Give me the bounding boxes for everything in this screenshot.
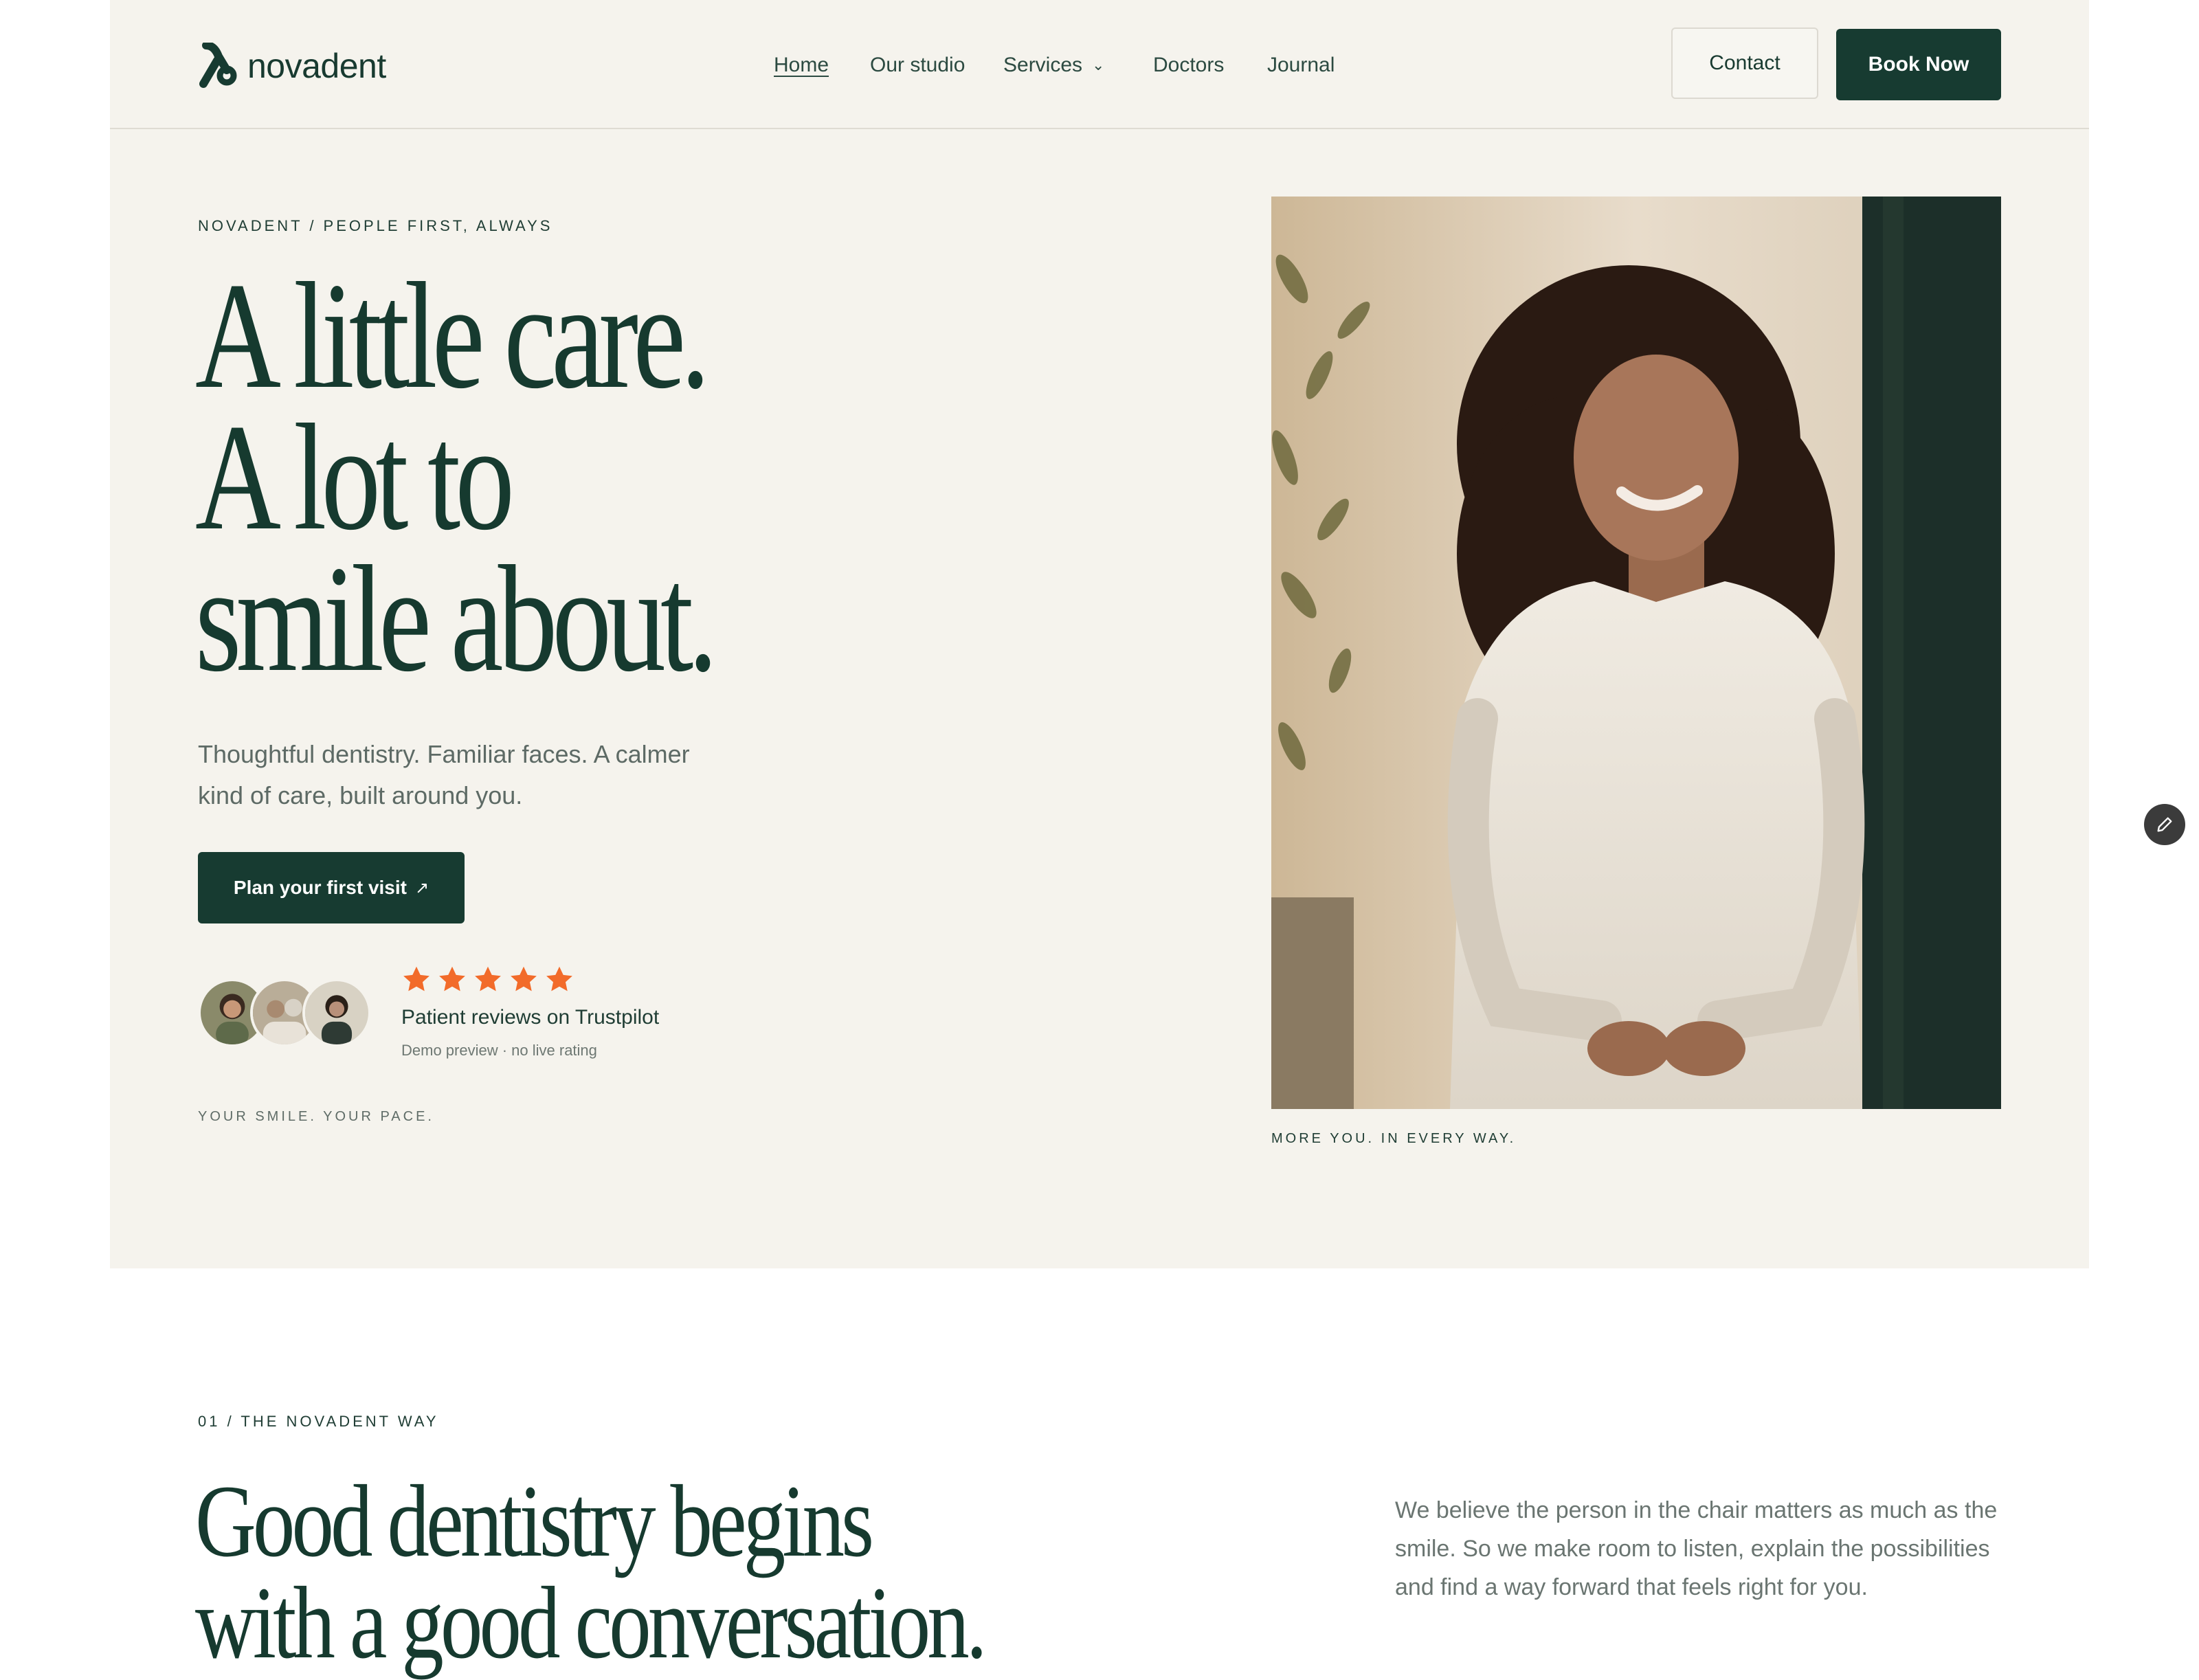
hero-title: A little care. A lot to smile about. — [195, 251, 718, 704]
avatar — [302, 978, 371, 1047]
nav-services-label: Services — [1003, 54, 1083, 76]
star-icon — [439, 966, 465, 992]
edit-button[interactable] — [2144, 804, 2185, 845]
hero-photo — [1271, 197, 2001, 1109]
section-eyebrow: 01 / THE NOVADENT WAY — [198, 1413, 439, 1430]
star-icon — [546, 966, 572, 992]
plan-visit-label: Plan your first visit — [233, 877, 407, 898]
hero-eyebrow: NOVADENT / PEOPLE FIRST, ALWAYS — [198, 217, 553, 234]
header-divider — [110, 128, 2089, 129]
review-note: Demo preview · no live rating — [401, 1042, 597, 1059]
review-title[interactable]: Patient reviews on Trustpilot — [401, 1006, 659, 1029]
hero-title-line: smile about. — [195, 535, 718, 704]
section-title: Good dentistry begins with a good conver… — [195, 1464, 987, 1680]
nav-home[interactable]: Home — [774, 48, 829, 82]
nav-services[interactable]: Services ⌄ — [1003, 48, 1104, 84]
contact-button[interactable]: Contact — [1671, 27, 1818, 99]
hero-subtitle: Thoughtful dentistry. Familiar faces. A … — [198, 740, 690, 809]
arrow-up-right-icon: ↗ — [414, 878, 429, 897]
woman-smiling-image — [1271, 197, 2001, 1109]
hero-title-line: A lot to — [195, 393, 515, 562]
book-now-button[interactable]: Book Now — [1836, 29, 2001, 100]
star-icon — [511, 966, 537, 992]
nav-our-studio[interactable]: Our studio — [870, 48, 965, 82]
nav-journal[interactable]: Journal — [1267, 48, 1335, 82]
section-title-line: with a good conversation. — [195, 1566, 987, 1680]
patient-avatars — [198, 978, 374, 1050]
section-body: We believe the person in the chair matte… — [1395, 1497, 1998, 1600]
hero-title-line: A little care. — [195, 251, 711, 421]
star-icon — [475, 966, 501, 992]
nav-doctors[interactable]: Doctors — [1153, 48, 1224, 82]
hero-tagline-right: MORE YOU. IN EVERY WAY. — [1271, 1131, 1517, 1146]
plan-visit-button[interactable]: Plan your first visit ↗ — [198, 852, 465, 923]
section-title-line: Good dentistry begins — [195, 1464, 874, 1578]
chevron-down-icon: ⌄ — [1092, 56, 1105, 74]
star-icon — [403, 966, 429, 992]
hero-tagline-left: YOUR SMILE. YOUR PACE. — [198, 1109, 434, 1124]
page: novadent Home Our studio Services ⌄ Docto… — [0, 0, 2199, 1675]
rating-stars — [401, 965, 574, 995]
pencil-icon — [2157, 817, 2172, 832]
